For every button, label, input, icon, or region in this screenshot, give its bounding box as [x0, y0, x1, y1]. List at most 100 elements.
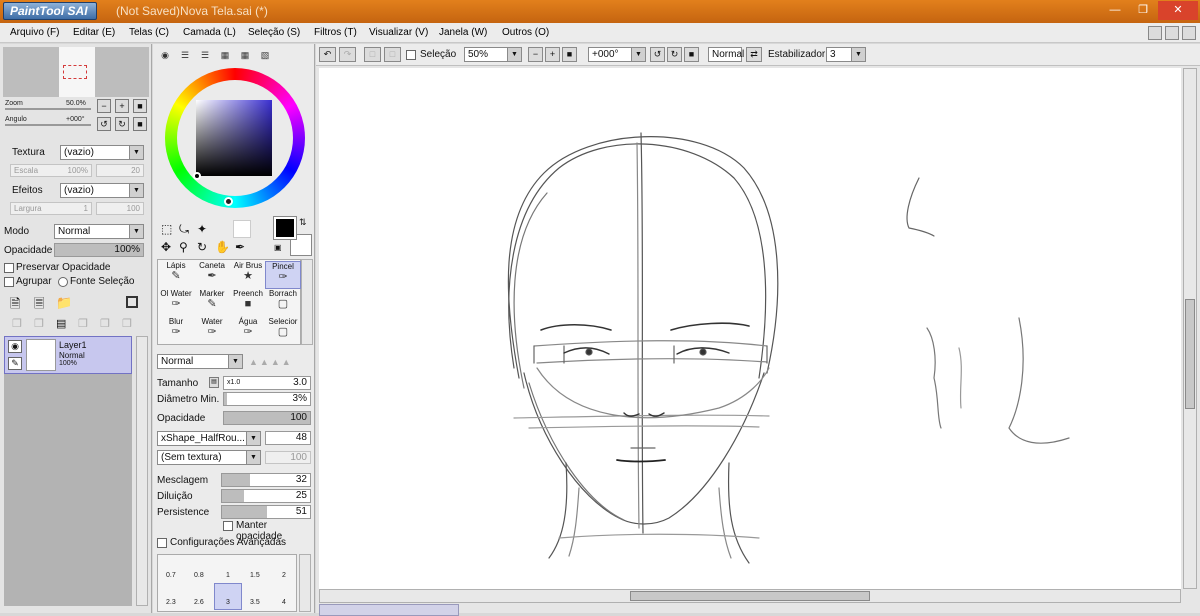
tool-agua[interactable]: Água ✑: [230, 317, 266, 345]
menu-janela[interactable]: Janela (W): [439, 27, 487, 38]
brush-texture-dropdown[interactable]: (Sem textura) ▼: [157, 450, 261, 465]
preset-size[interactable]: 0.8: [194, 572, 204, 579]
redo-icon[interactable]: ↷: [339, 47, 356, 62]
angle-slider[interactable]: [5, 124, 91, 126]
deselect-icon[interactable]: □: [364, 47, 381, 62]
zoom-out-icon[interactable]: −: [97, 99, 111, 113]
keep-opacity-checkbox[interactable]: [223, 521, 233, 531]
hsv-slider-tab-icon[interactable]: ☰: [197, 48, 213, 62]
menu-outros[interactable]: Outros (O): [502, 27, 549, 38]
preset-size[interactable]: 0.7: [166, 572, 176, 579]
zoom-in-icon[interactable]: +: [545, 47, 560, 62]
hand-icon[interactable]: ✋: [215, 240, 230, 254]
maximize-icon[interactable]: ❐: [1130, 1, 1156, 20]
hue-picker-handle[interactable]: [224, 197, 233, 206]
menu-telas[interactable]: Telas (C): [129, 27, 169, 38]
lasso-icon[interactable]: ⤿: [179, 222, 189, 237]
size-lock-icon[interactable]: ▤: [209, 377, 219, 388]
layer-opacity-slider[interactable]: 100%: [54, 243, 144, 257]
menu-camada[interactable]: Camada (L): [183, 27, 236, 38]
new-folder-icon[interactable]: 📁: [56, 295, 72, 311]
zoom-dropdown[interactable]: 50% ▼: [464, 47, 522, 62]
document-tab[interactable]: [319, 604, 459, 616]
texture-dropdown[interactable]: (vazio) ▼: [60, 145, 144, 160]
selection-checkbox[interactable]: [406, 50, 416, 60]
source-selection-radio[interactable]: [58, 277, 68, 287]
brush-shape-strength[interactable]: 48: [265, 431, 311, 445]
tool-old-water[interactable]: Ol Water ✑: [158, 289, 194, 317]
brush-size-slider[interactable]: x1.0 3.0: [223, 376, 311, 390]
rotate-right-icon[interactable]: ↻: [115, 117, 129, 131]
layer-merge-icon[interactable]: ❐: [122, 317, 132, 330]
new-layer-icon[interactable]: 🗎: [10, 295, 20, 317]
tool-brush[interactable]: Pincel ✑: [265, 261, 301, 289]
eye-icon[interactable]: ◉: [8, 340, 22, 353]
menu-editar[interactable]: Editar (E): [73, 27, 115, 38]
copy-layer-icon[interactable]: ❐: [12, 317, 22, 330]
eyedropper-icon[interactable]: ✒: [235, 240, 245, 254]
tool-blur[interactable]: Blur ✑: [158, 317, 194, 345]
swap-colors-icon[interactable]: ⇅: [299, 217, 307, 228]
menu-selecao[interactable]: Seleção (S): [248, 27, 300, 38]
tool-eraser[interactable]: Borrach ▢: [265, 289, 301, 317]
layer-clear-icon[interactable]: ▤: [56, 317, 66, 330]
invert-selection-icon[interactable]: □: [384, 47, 401, 62]
brush-shape-dropdown[interactable]: xShape_HalfRou... ▼: [157, 431, 261, 446]
layer-list[interactable]: [4, 336, 132, 606]
preset-size[interactable]: 2.3: [166, 599, 176, 606]
new-linework-layer-icon[interactable]: 🗏: [34, 295, 44, 317]
canvas-vertical-scrollbar[interactable]: [1183, 68, 1197, 589]
flip-horizontal-icon[interactable]: ⇄: [746, 47, 762, 62]
rgb-slider-tab-icon[interactable]: ☰: [177, 48, 193, 62]
preset-size[interactable]: 2: [282, 572, 286, 579]
zoom-in-icon[interactable]: +: [115, 99, 129, 113]
preset-size[interactable]: 2.6: [194, 599, 204, 606]
delete-layer-icon[interactable]: ❐: [78, 317, 88, 330]
transparent-color-icon[interactable]: ▣: [274, 243, 282, 252]
preserve-opacity-checkbox[interactable]: [4, 263, 14, 273]
saturation-value-square[interactable]: [196, 100, 272, 176]
min-diameter-slider[interactable]: 3%: [223, 392, 311, 406]
advanced-settings-checkbox[interactable]: [157, 538, 167, 548]
preset-size[interactable]: 4: [282, 599, 286, 606]
zoom-out-icon[interactable]: −: [528, 47, 543, 62]
vertical-scroll-thumb[interactable]: [1185, 299, 1195, 409]
brush-opacity-slider[interactable]: 100: [223, 411, 311, 425]
navigator-preview[interactable]: [3, 47, 149, 97]
navigator-viewport[interactable]: [63, 65, 87, 79]
tool-grid-scrollbar[interactable]: [301, 259, 313, 345]
brush-lock-icon[interactable]: ✎: [8, 357, 22, 370]
rect-select-icon[interactable]: ⬚: [161, 222, 172, 236]
rotate-reset-icon[interactable]: ■: [133, 117, 147, 131]
sv-picker-handle[interactable]: [193, 172, 201, 180]
zoom-slider[interactable]: [5, 108, 91, 110]
persistence-slider[interactable]: 51: [221, 505, 311, 519]
tool-fill[interactable]: Preench ■: [230, 289, 266, 317]
tool-airbrush[interactable]: Air Brus ★: [230, 261, 266, 289]
zoom-reset-icon[interactable]: ■: [562, 47, 577, 62]
rotate-tool-icon[interactable]: ↻: [197, 240, 207, 254]
menu-arquivo[interactable]: Arquivo (F): [10, 27, 59, 38]
close-icon[interactable]: ✕: [1158, 1, 1198, 20]
layer-item[interactable]: ◉ ✎ Layer1 Normal 100%: [4, 336, 132, 374]
preset-size[interactable]: 3.5: [250, 599, 260, 606]
angle-dropdown[interactable]: +000° ▼: [588, 47, 646, 62]
foreground-color-swatch[interactable]: [273, 216, 297, 240]
drawing-canvas[interactable]: [319, 68, 1181, 589]
tool-selection-pen[interactable]: Selecior ▢: [265, 317, 301, 345]
dilution-slider[interactable]: 25: [221, 489, 311, 503]
magic-wand-icon[interactable]: ✦: [197, 222, 207, 236]
tool-pen[interactable]: Caneta ✒: [194, 261, 230, 289]
scratchpad-tab-icon[interactable]: ▧: [257, 48, 273, 62]
mdi-restore-icon[interactable]: [1165, 26, 1179, 40]
undo-icon[interactable]: ↶: [319, 47, 336, 62]
color-bar-tab-icon[interactable]: ▦: [217, 48, 233, 62]
mask-icon[interactable]: [126, 296, 138, 308]
layer-transfer-icon[interactable]: ❐: [100, 317, 110, 330]
effects-dropdown[interactable]: (vazio) ▼: [60, 183, 144, 198]
mdi-close-icon[interactable]: [1182, 26, 1196, 40]
menu-visualizar[interactable]: Visualizar (V): [369, 27, 428, 38]
tool-water[interactable]: Water ✑: [194, 317, 230, 345]
preset-size[interactable]: 1.5: [250, 572, 260, 579]
merge-down-icon[interactable]: ❐: [34, 317, 44, 330]
